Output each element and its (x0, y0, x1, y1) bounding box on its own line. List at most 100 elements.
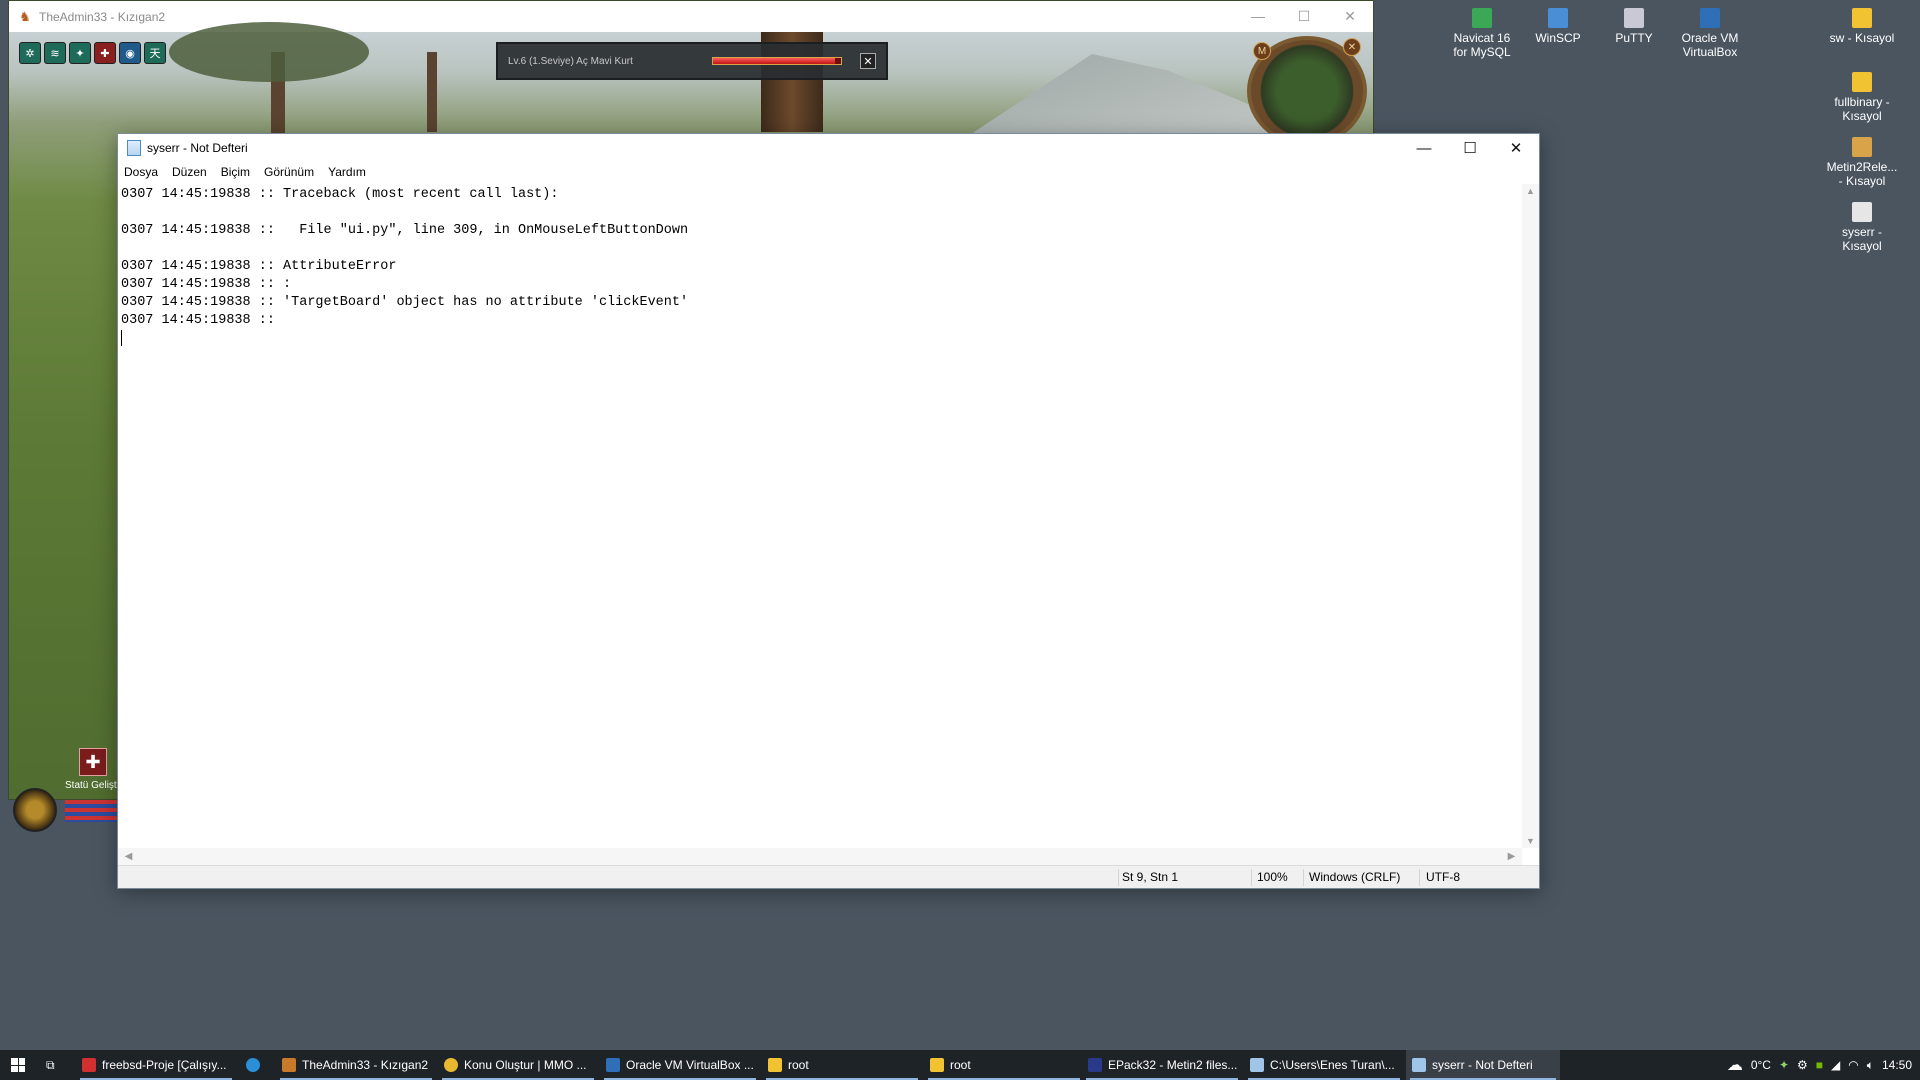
desktop-icon-label: Kısayol (1842, 239, 1882, 253)
scene-tree-canopy (169, 22, 369, 82)
desktop-icon-syserr[interactable]: syserr - Kısayol (1824, 202, 1900, 253)
status-plus-button[interactable]: ✚ (79, 748, 107, 776)
freebsd-icon (82, 1058, 96, 1072)
text-line: ​ (121, 240, 1519, 258)
vertical-scrollbar[interactable]: ▲ ▼ (1522, 184, 1539, 848)
skill-icon-2[interactable]: ≋ (44, 42, 66, 64)
skill-icon-5[interactable]: ◉ (119, 42, 141, 64)
taskbar-item-root-1[interactable]: root (762, 1050, 922, 1080)
chrome-icon (444, 1058, 458, 1072)
hp-sp-bars (65, 800, 121, 822)
scroll-left-icon[interactable]: ◀ (120, 848, 137, 865)
horizontal-scrollbar[interactable]: ◀ ▶ (118, 848, 1522, 865)
text-line: 0307 14:45:19838 :: File "ui.py", line 3… (121, 223, 689, 238)
minimap-atlas-button[interactable]: M (1253, 42, 1271, 60)
text-line: 0307 14:45:19838 :: 'TargetBoard' object… (121, 295, 689, 310)
menu-format[interactable]: Biçim (221, 165, 250, 179)
taskbar-item-label: syserr - Not Defteri (1432, 1058, 1533, 1072)
taskbar-item-syserr[interactable]: syserr - Not Defteri (1406, 1050, 1560, 1080)
menu-view[interactable]: Görünüm (264, 165, 314, 179)
menu-edit[interactable]: Düzen (172, 165, 207, 179)
desktop-icon-fullbinary[interactable]: fullbinary - Kısayol (1824, 72, 1900, 123)
scroll-up-icon[interactable]: ▲ (1522, 186, 1539, 196)
desktop-icon-label: Oracle VM (1681, 31, 1739, 45)
wifi-icon[interactable]: ◠ (1848, 1058, 1858, 1072)
putty-icon (1624, 8, 1644, 28)
taskbar-item-label: EPack32 - Metin2 files... (1108, 1058, 1238, 1072)
tray-app-icon[interactable]: ✦ (1779, 1058, 1789, 1072)
taskbar-item-label: C:\Users\Enes Turan\... (1270, 1058, 1395, 1072)
menu-file[interactable]: Dosya (124, 165, 158, 179)
scroll-down-icon[interactable]: ▼ (1522, 836, 1539, 846)
game-minimize-button[interactable]: — (1235, 8, 1281, 25)
notepad-icon (1412, 1058, 1426, 1072)
status-label: Statü Gelişti (65, 780, 119, 791)
desktop-icon-label: syserr - (1842, 225, 1882, 239)
desktop-icon-virtualbox[interactable]: Oracle VM VirtualBox (1672, 8, 1748, 59)
folder-icon (930, 1058, 944, 1072)
menu-help[interactable]: Yardım (328, 165, 366, 179)
taskbar-item-virtualbox[interactable]: Oracle VM VirtualBox ... (600, 1050, 760, 1080)
taskbar-item-edge[interactable] (240, 1050, 270, 1080)
taskbar-item-metin2[interactable]: TheAdmin33 - Kızıgan2 (276, 1050, 436, 1080)
minimap-close-icon[interactable]: ✕ (1343, 38, 1361, 56)
minimap[interactable]: M ✕ (1247, 36, 1367, 146)
task-view-button[interactable]: ⧉ (40, 1050, 68, 1080)
taskbar-item-notepad-users[interactable]: C:\Users\Enes Turan\... (1244, 1050, 1404, 1080)
volume-icon[interactable]: 🔈︎ (1867, 1058, 1874, 1073)
file-shortcut-icon (1852, 202, 1872, 222)
status-cursor-position: St 9, Stn 1 (1122, 870, 1179, 884)
menubar: Dosya Düzen Biçim Görünüm Yardım (118, 162, 1539, 182)
metin2-icon: ♞ (19, 8, 31, 24)
taskbar-item-epack[interactable]: EPack32 - Metin2 files... (1082, 1050, 1242, 1080)
scroll-right-icon[interactable]: ▶ (1503, 848, 1520, 865)
desktop-icon-putty[interactable]: PuTTY (1596, 8, 1672, 45)
desktop-icon-metin2release[interactable]: Metin2Rele... - Kısayol (1824, 137, 1900, 188)
network-icon[interactable]: ◢ (1831, 1058, 1840, 1072)
game-window-title: TheAdmin33 - Kızıgan2 (39, 9, 166, 24)
text-line: 0307 14:45:19838 :: (121, 313, 275, 328)
skill-icon-6[interactable]: 天 (144, 42, 166, 64)
skill-icon-1[interactable]: ✲ (19, 42, 41, 64)
windows-logo-icon (11, 1058, 25, 1072)
console-icon (1088, 1058, 1102, 1072)
taskbar-item-chrome[interactable]: Konu Oluştur | MMO ... (438, 1050, 598, 1080)
maximize-button[interactable]: ☐ (1447, 134, 1493, 162)
game-maximize-button[interactable]: ☐ (1281, 8, 1327, 25)
text-line: 0307 14:45:19838 :: : (121, 277, 292, 292)
target-close-button[interactable]: ✕ (860, 53, 876, 69)
game-close-button[interactable]: ✕ (1327, 8, 1373, 25)
winscp-icon (1548, 8, 1568, 28)
taskbar: ⧉ freebsd-Proje [Çalışıy... TheAdmin33 -… (0, 1050, 1920, 1080)
virtualbox-icon (606, 1058, 620, 1072)
start-button[interactable] (0, 1050, 36, 1080)
taskbar-item-root-2[interactable]: root (924, 1050, 1084, 1080)
skill-icon-4[interactable]: ✚ (94, 42, 116, 64)
hud-left: ✚ Statü Gelişti (11, 748, 121, 832)
steam-icon[interactable]: ⚙ (1797, 1058, 1808, 1072)
taskbar-item-freebsd[interactable]: freebsd-Proje [Çalışıy... (76, 1050, 236, 1080)
minimize-button[interactable]: — (1401, 134, 1447, 162)
nvidia-icon[interactable]: ■ (1816, 1058, 1823, 1072)
weather-temperature[interactable]: 0°C (1751, 1058, 1771, 1072)
skill-icon-3[interactable]: ✦ (69, 42, 91, 64)
notepad-icon (127, 140, 141, 156)
text-line: ​ (121, 204, 1519, 222)
close-button[interactable]: ✕ (1493, 134, 1539, 162)
notepad-titlebar[interactable]: syserr - Not Defteri — ☐ ✕ (118, 134, 1539, 162)
target-name: Lv.6 (1.Seviye) Aç Mavi Kurt (508, 55, 633, 67)
desktop-icon-label: - Kısayol (1838, 174, 1886, 188)
target-board[interactable]: Lv.6 (1.Seviye) Aç Mavi Kurt ✕ (496, 42, 888, 80)
character-orb[interactable] (13, 788, 57, 832)
clock[interactable]: 14:50 (1882, 1058, 1912, 1072)
weather-icon[interactable]: ☁ (1727, 1055, 1743, 1075)
desktop-icon-label: WinSCP (1535, 31, 1581, 45)
desktop-icon-winscp[interactable]: WinSCP (1520, 8, 1596, 45)
desktop-icon-navicat[interactable]: Navicat 16 for MySQL (1444, 8, 1520, 59)
taskbar-item-label: root (950, 1058, 971, 1072)
desktop-icon-sw[interactable]: sw - Kısayol (1824, 8, 1900, 45)
text-editor[interactable]: 0307 14:45:19838 :: Traceback (most rece… (118, 184, 1522, 848)
notepad-icon (1250, 1058, 1264, 1072)
notepad-window[interactable]: syserr - Not Defteri — ☐ ✕ Dosya Düzen B… (117, 133, 1540, 889)
taskbar-item-label: TheAdmin33 - Kızıgan2 (302, 1058, 429, 1072)
